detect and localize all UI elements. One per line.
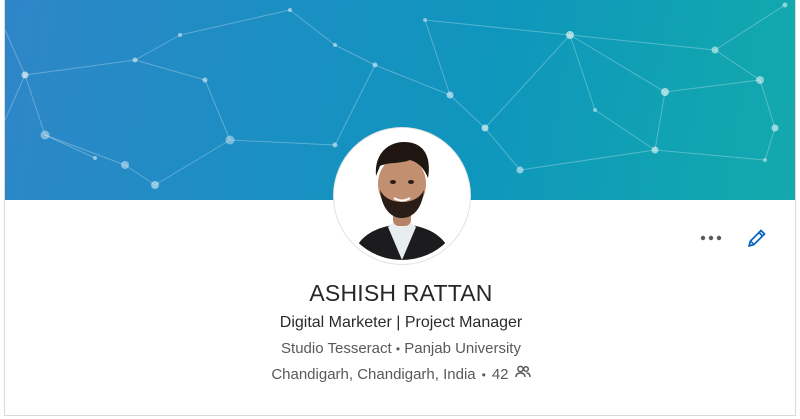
profile-headline: Digital Marketer | Project Manager xyxy=(279,314,523,331)
edit-profile-button[interactable] xyxy=(745,226,769,250)
connections-count: 42 xyxy=(491,366,509,383)
education-link[interactable]: Panjab University xyxy=(404,340,521,357)
separator-dot: • xyxy=(481,368,486,382)
separator-dot: • xyxy=(395,342,401,356)
profile-location-row: Chandigarh, Chandigarh, India • 42 xyxy=(5,364,795,386)
profile-info: ASHISH RATTAN Digital Marketer | Project… xyxy=(5,278,795,386)
avatar[interactable] xyxy=(334,128,470,264)
more-actions-button[interactable] xyxy=(699,226,723,250)
location-text: Chandigarh, Chandigarh, India xyxy=(271,366,476,383)
profile-card: ASHISH RATTAN Digital Marketer | Project… xyxy=(4,0,796,416)
profile-name: ASHISH RATTAN xyxy=(309,280,493,306)
profile-photo xyxy=(338,132,466,260)
more-horizontal-icon xyxy=(700,235,722,241)
connections-link[interactable]: 42 xyxy=(492,364,531,386)
company-link[interactable]: Studio Tesseract xyxy=(281,340,392,357)
pencil-icon xyxy=(748,229,766,247)
profile-affiliations: Studio Tesseract • Panjab University xyxy=(5,338,795,360)
profile-actions xyxy=(699,226,769,250)
people-icon xyxy=(514,365,531,379)
